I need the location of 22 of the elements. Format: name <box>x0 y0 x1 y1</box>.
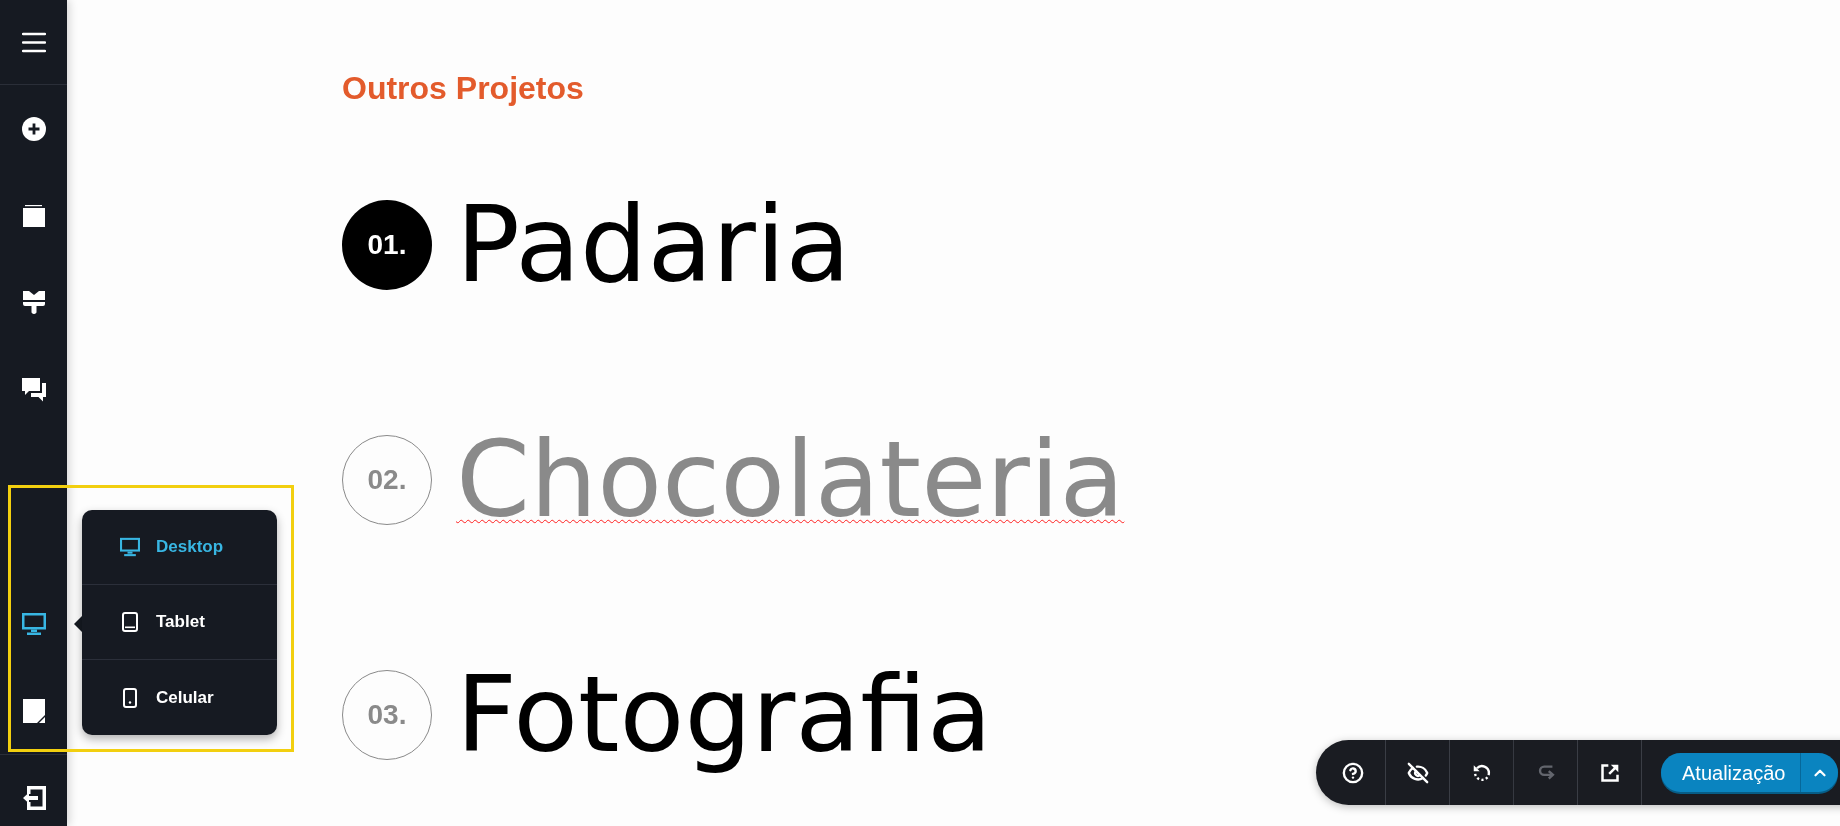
project-title: Chocolateria <box>456 418 1125 541</box>
device-option[interactable]: Celular <box>82 660 277 735</box>
exit-icon <box>21 786 46 810</box>
section-heading: Outros Projetos <box>342 70 584 107</box>
chat-bubbles-icon <box>21 377 46 402</box>
project-title: Fotografia <box>456 653 992 776</box>
monitor-icon <box>120 536 140 558</box>
project-title: Padaria <box>456 183 851 306</box>
plus-circle-icon <box>21 116 46 141</box>
menu-icon <box>21 31 46 53</box>
device-option[interactable]: Desktop <box>82 510 277 585</box>
stacked-square-icon <box>22 204 45 227</box>
eye-slash-icon <box>1406 761 1429 784</box>
device-option[interactable]: Tablet <box>82 585 277 660</box>
tablet-icon <box>122 612 138 632</box>
external-link-icon <box>1599 762 1620 783</box>
help-icon <box>1342 761 1364 784</box>
sticky-note-icon <box>22 698 45 723</box>
paint-brush-icon <box>22 290 45 315</box>
update-button[interactable]: Atualização <box>1661 753 1800 792</box>
update-options-button[interactable] <box>1800 753 1838 792</box>
phone-icon <box>123 687 137 708</box>
